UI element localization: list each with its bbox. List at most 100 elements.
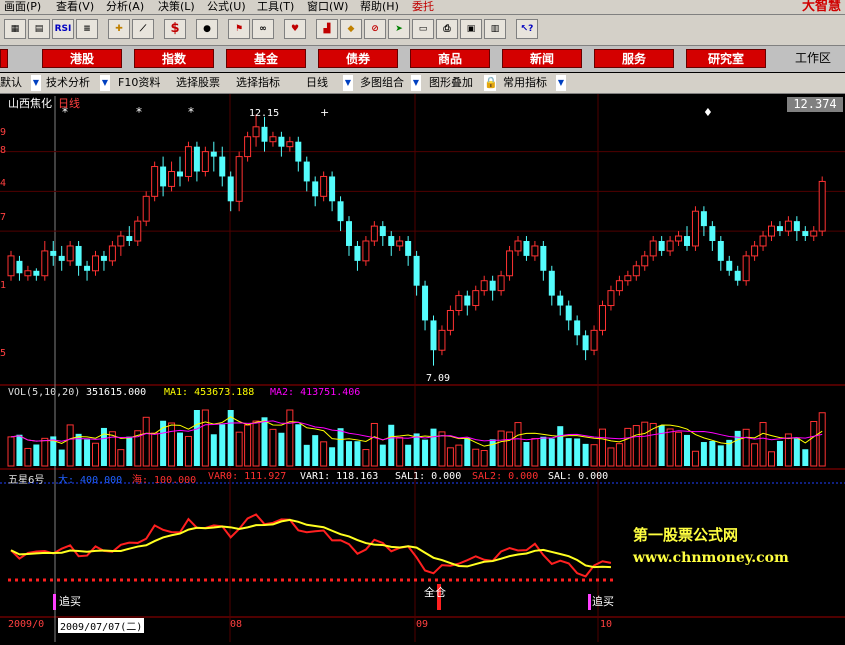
candle-body: [16, 260, 23, 274]
chevron-down-icon[interactable]: ▼: [411, 75, 421, 91]
rsi-button[interactable]: RSI: [52, 19, 74, 39]
volume-bar: [370, 422, 378, 467]
chevron-down-icon[interactable]: ▼: [100, 75, 110, 91]
candle-body: [422, 285, 429, 321]
candle-body: [66, 245, 74, 262]
binoculars-icon[interactable]: ∞: [252, 19, 274, 39]
high-price-label: 12.15: [249, 108, 280, 119]
star-marker: *: [136, 105, 142, 119]
vol-ma1: MA1: 453673.188: [164, 387, 255, 398]
subnav-overlay[interactable]: 图形叠加: [429, 75, 473, 91]
window-icon[interactable]: ▣: [460, 19, 482, 39]
candle-body: [514, 240, 522, 252]
candle-body: [117, 235, 125, 247]
traffic-light-icon[interactable]: ●: [196, 19, 218, 39]
subnav-multi-chart[interactable]: 多图组合: [360, 75, 404, 91]
no-entry-icon[interactable]: ⊘: [364, 19, 386, 39]
vol-ma2: MA2: 413751.406: [270, 387, 361, 398]
candle-body: [632, 265, 640, 277]
ruler-icon[interactable]: ⟋: [132, 19, 154, 39]
menu-view[interactable]: 查看(V): [56, 0, 94, 14]
menu-screen[interactable]: 画面(P): [4, 0, 41, 14]
candle-body: [607, 290, 615, 307]
volume-bar: [624, 427, 632, 467]
menu-analysis[interactable]: 分析(A): [106, 0, 144, 14]
candle-body: [244, 136, 252, 158]
chart-area[interactable]: * * * + ♦ 山西焦化 日线 12.374 9 8 4 7 1 5 12.15 7…: [0, 94, 845, 645]
nav-commodity[interactable]: 商品: [410, 49, 490, 68]
price-axis-tick: 4: [0, 178, 7, 189]
nav-service[interactable]: 服务: [594, 49, 674, 68]
workarea-label[interactable]: 工作区: [795, 49, 831, 68]
help-pointer-icon[interactable]: ↖?: [516, 19, 538, 39]
candle-body: [75, 245, 82, 266]
volume-bar: [751, 443, 759, 467]
subnav-common-indicator[interactable]: 常用指标: [503, 75, 547, 91]
volume-bar: [472, 448, 480, 467]
volume-bar: [717, 445, 724, 466]
menu-help[interactable]: 帮助(H): [360, 0, 399, 14]
volume-bar: [531, 438, 539, 467]
candle-body: [295, 141, 302, 162]
list-icon[interactable]: ≡: [76, 19, 98, 39]
nav-hk[interactable]: 港股: [42, 49, 122, 68]
nav-fund[interactable]: 基金: [226, 49, 306, 68]
candle-body: [649, 240, 657, 257]
candle-body: [641, 255, 649, 267]
subnav-default[interactable]: 默认: [0, 75, 22, 91]
menu-formula[interactable]: 公式(U): [207, 0, 246, 14]
volume-bar: [329, 447, 336, 466]
candle-body: [41, 250, 49, 277]
diamond-icon[interactable]: ◆: [340, 19, 362, 39]
candle-body: [480, 280, 488, 292]
candle-body: [784, 220, 792, 232]
candle-body: [24, 270, 32, 277]
candle-body: [184, 146, 192, 177]
volume-bar: [405, 444, 412, 466]
print-icon[interactable]: ⎙: [436, 19, 458, 39]
volume-bar: [177, 432, 183, 466]
signal-label: 追买: [59, 595, 81, 608]
menu-tools[interactable]: 工具(T): [257, 0, 294, 14]
table-icon[interactable]: ▤: [28, 19, 50, 39]
menu-trade[interactable]: 委托: [412, 0, 434, 14]
dollar-button[interactable]: $: [164, 19, 186, 39]
nav-research[interactable]: 研究室: [686, 49, 766, 68]
arrow-icon[interactable]: ➤: [388, 19, 410, 39]
flag-icon[interactable]: ⚑: [228, 19, 250, 39]
volume-bar: [641, 421, 649, 467]
nav-bond[interactable]: 债券: [318, 49, 398, 68]
ind-sea: 海: 100.000: [132, 475, 197, 486]
nav-partial[interactable]: [0, 49, 8, 68]
volume-bar: [362, 449, 370, 467]
volume-bar: [396, 437, 404, 467]
subnav-select-stock[interactable]: 选择股票: [176, 75, 220, 91]
crosshair-icon[interactable]: ✚: [108, 19, 130, 39]
volume-bar: [126, 436, 133, 466]
menu-window[interactable]: 窗口(W): [307, 0, 348, 14]
nav-news[interactable]: 新闻: [502, 49, 582, 68]
grid-icon[interactable]: ▦: [4, 19, 26, 39]
chevron-down-icon[interactable]: ▼: [31, 75, 41, 91]
candle-body: [810, 230, 818, 237]
layout-icon[interactable]: ▥: [484, 19, 506, 39]
chevron-down-icon[interactable]: ▼: [343, 75, 353, 91]
candle-body: [489, 280, 496, 291]
candle-body: [455, 295, 463, 312]
chevron-down-icon[interactable]: ▼: [556, 75, 566, 91]
nav-index[interactable]: 指数: [134, 49, 214, 68]
subnav-tech-analysis[interactable]: 技术分析: [46, 75, 90, 91]
chart-icon[interactable]: ▟: [316, 19, 338, 39]
book-icon[interactable]: ▭: [412, 19, 434, 39]
volume-bar: [684, 434, 690, 466]
heart-icon[interactable]: ♥: [284, 19, 306, 39]
volume-bar: [24, 447, 32, 467]
menu-decision[interactable]: 决策(L): [158, 0, 195, 14]
subnav-select-indicator[interactable]: 选择指标: [236, 75, 280, 91]
ind-sal1: SAL1: 0.000: [395, 471, 462, 482]
candle-body: [7, 255, 15, 277]
subnav-f10[interactable]: F10资料: [118, 75, 160, 91]
subnav-daily[interactable]: 日线: [306, 75, 328, 91]
lock-icon[interactable]: 🔒: [484, 75, 498, 91]
volume-bar: [615, 443, 623, 467]
